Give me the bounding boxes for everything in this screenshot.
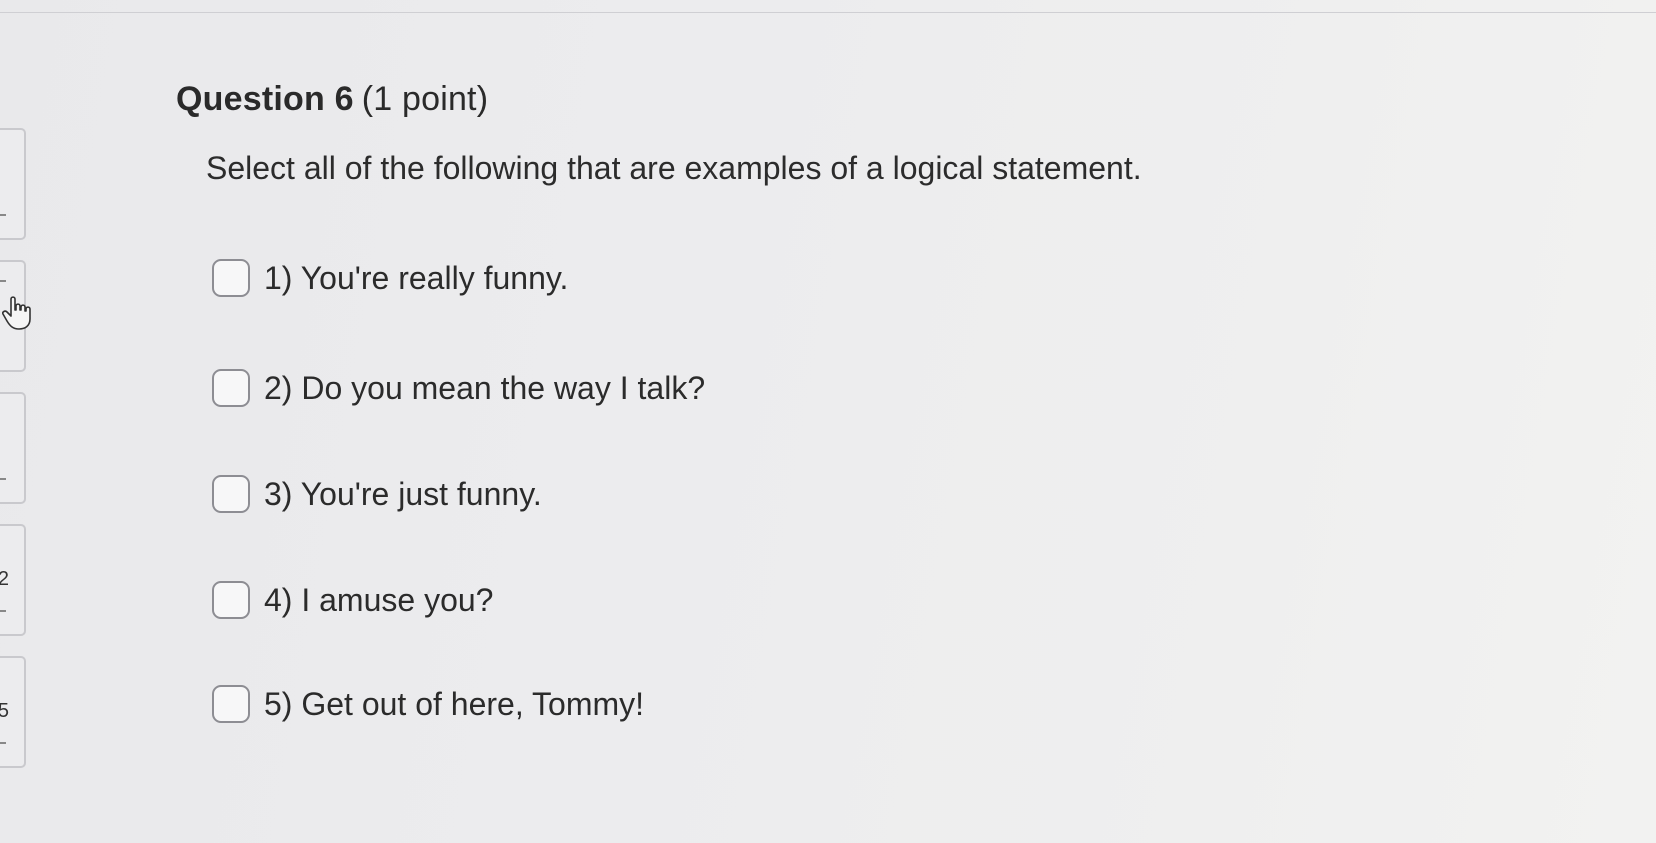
- question-number: Question 6: [176, 80, 354, 118]
- question-nav-item[interactable]: [0, 128, 26, 240]
- option-checkbox[interactable]: [212, 581, 250, 619]
- question-nav-item-2[interactable]: 2: [0, 524, 26, 636]
- answer-option-2[interactable]: 2) Do you mean the way I talk?: [212, 364, 705, 412]
- answer-option-1[interactable]: 1) You're really funny.: [212, 254, 568, 302]
- nav-tick-mark: [0, 214, 6, 216]
- answer-option-5[interactable]: 5) Get out of here, Tommy!: [212, 680, 644, 728]
- option-checkbox[interactable]: [212, 369, 250, 407]
- question-prompt: Select all of the following that are exa…: [206, 150, 1142, 186]
- nav-tick-mark: [0, 478, 6, 480]
- option-checkbox[interactable]: [212, 475, 250, 513]
- answer-option-4[interactable]: 4) I amuse you?: [212, 576, 493, 624]
- nav-item-number: 2: [0, 568, 9, 590]
- question-points: (1 point): [361, 80, 489, 118]
- answer-option-3[interactable]: 3) You're just funny.: [212, 470, 542, 518]
- option-label: 1) You're really funny.: [264, 259, 569, 296]
- option-label: 2) Do you mean the way I talk?: [264, 369, 706, 406]
- option-checkbox[interactable]: [212, 259, 250, 297]
- nav-item-number: 5: [0, 700, 9, 722]
- nav-tick-mark: [0, 742, 6, 744]
- option-checkbox[interactable]: [212, 685, 250, 723]
- question-nav-item[interactable]: [0, 392, 26, 504]
- question-panel: Question 6 (1 point) Select all of the fo…: [176, 80, 1476, 723]
- option-label: 3) You're just funny.: [264, 475, 542, 512]
- top-divider: [0, 12, 1656, 13]
- hand-pointer-icon: [2, 296, 31, 330]
- option-label: 4) I amuse you?: [264, 581, 494, 618]
- option-label: 5) Get out of here, Tommy!: [264, 685, 645, 722]
- nav-tick-mark: [0, 280, 6, 282]
- question-title: Question 6 (1 point): [176, 80, 1476, 126]
- nav-tick-mark: [0, 610, 6, 612]
- question-nav-item-5[interactable]: 5: [0, 656, 26, 768]
